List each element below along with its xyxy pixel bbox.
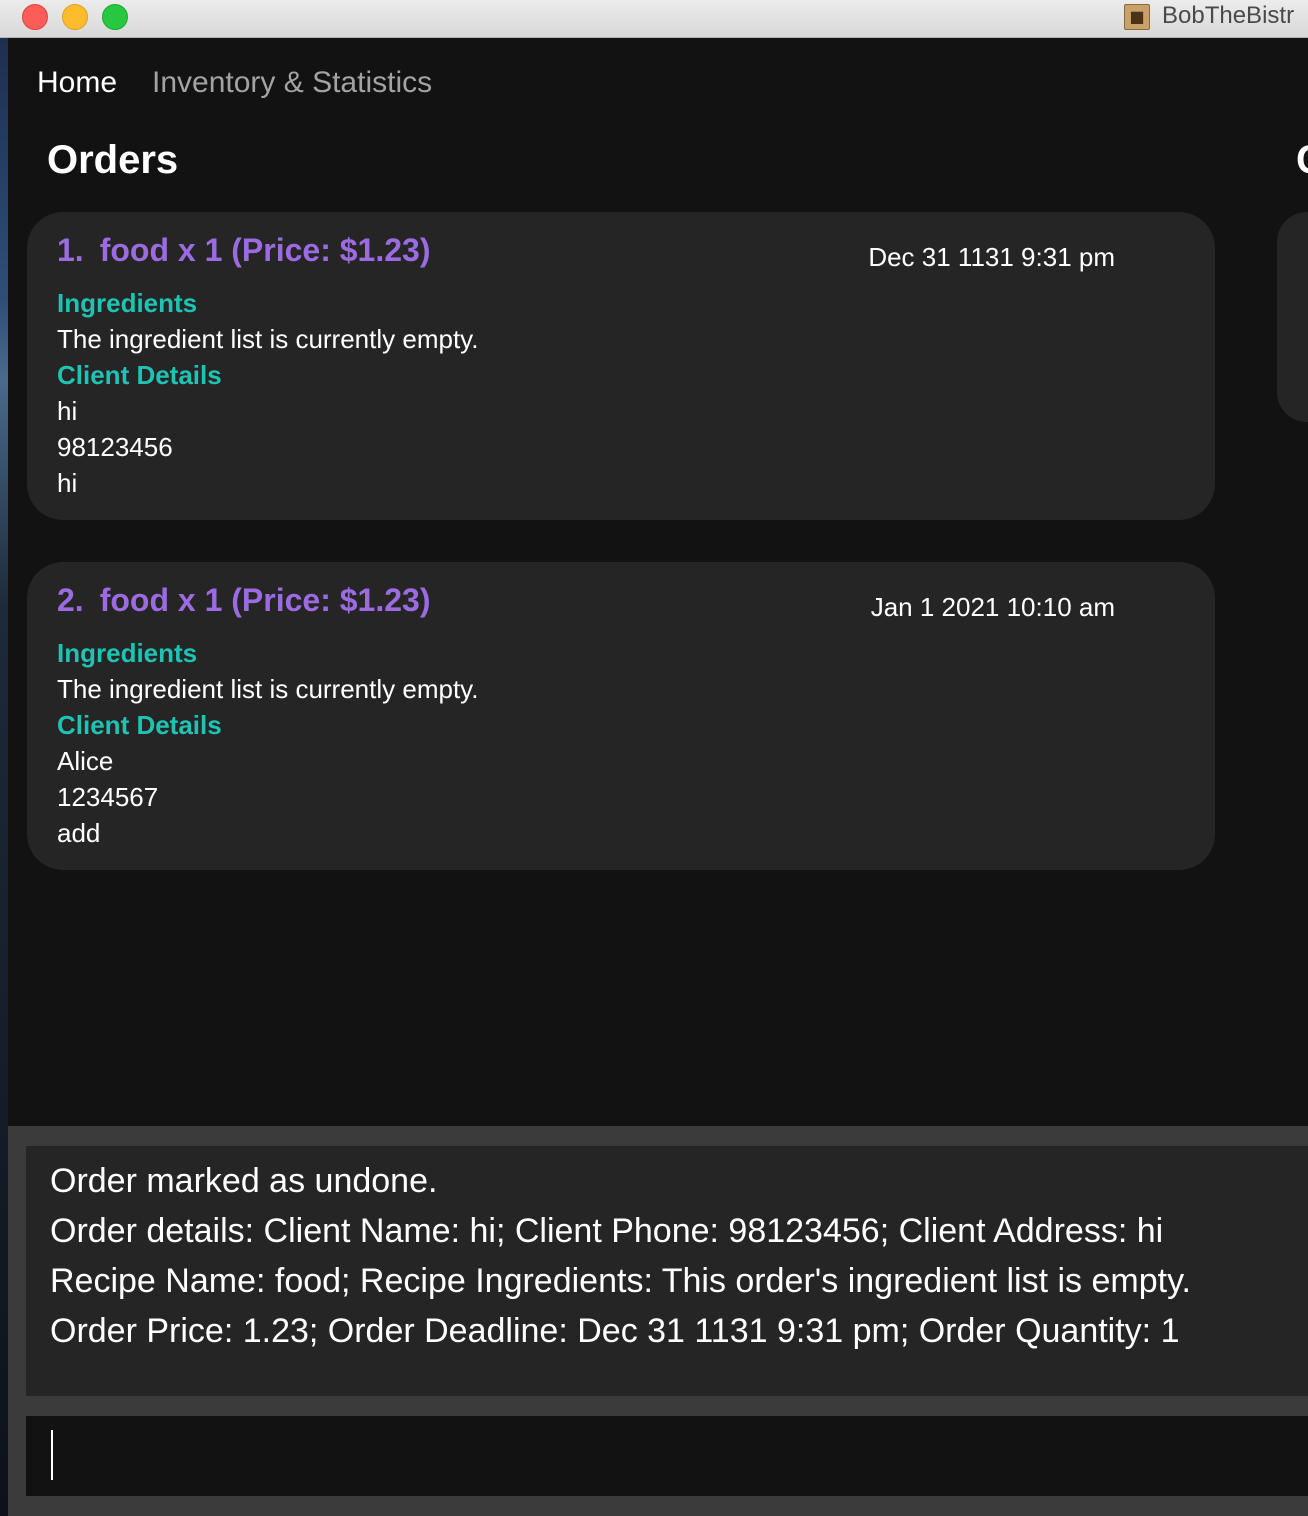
close-window-button[interactable]: [22, 4, 48, 30]
window-title: BobTheBistr: [1162, 2, 1295, 29]
result-line: Order Price: 1.23; Order Deadline: Dec 3…: [50, 1312, 1180, 1350]
app-window: Home Inventory & Statistics Orders C 1. f…: [8, 38, 1308, 1516]
order-name: food x 1 (Price: $1.23): [99, 232, 431, 268]
order-title: 2. food x 1 (Price: $1.23): [57, 582, 430, 619]
ingredients-text: The ingredient list is currently empty.: [57, 674, 479, 704]
order-index: 2.: [57, 582, 84, 618]
order-title: 1. food x 1 (Price: $1.23): [57, 232, 430, 269]
order-card[interactable]: 1. food x 1 (Price: $1.23) Dec 31 1131 9:…: [27, 212, 1215, 520]
ingredients-heading: Ingredients: [57, 288, 198, 318]
tab-home[interactable]: Home: [37, 66, 117, 100]
client-address: add: [57, 818, 101, 848]
second-section-card[interactable]: [1277, 212, 1308, 422]
result-panel: Order marked as undone. Order details: C…: [8, 1126, 1308, 1516]
ingredients-heading: Ingredients: [57, 638, 198, 668]
result-line: Order marked as undone.: [50, 1162, 438, 1200]
window-titlebar[interactable]: ■ BobTheBistr: [0, 0, 1308, 38]
text-cursor: [51, 1430, 53, 1480]
order-deadline: Dec 31 1131 9:31 pm: [868, 242, 1115, 272]
client-name: Alice: [57, 746, 114, 776]
client-phone: 1234567: [57, 782, 159, 812]
result-line: Order details: Client Name: hi; Client P…: [50, 1212, 1164, 1250]
result-display: Order marked as undone. Order details: C…: [26, 1146, 1308, 1396]
order-deadline: Jan 1 2021 10:10 am: [870, 592, 1115, 622]
person-card-icon: ■: [1124, 4, 1150, 30]
client-details-heading: Client Details: [57, 360, 222, 390]
second-section-title: C: [1296, 138, 1308, 183]
ingredients-text: The ingredient list is currently empty.: [57, 324, 479, 354]
order-name: food x 1 (Price: $1.23): [99, 582, 431, 618]
client-details-heading: Client Details: [57, 710, 222, 740]
client-phone: 98123456: [57, 432, 173, 462]
order-index: 1.: [57, 232, 84, 268]
client-name: hi: [57, 396, 78, 426]
minimize-window-button[interactable]: [62, 4, 88, 30]
order-card[interactable]: 2. food x 1 (Price: $1.23) Jan 1 2021 10:…: [27, 562, 1215, 870]
maximize-window-button[interactable]: [102, 4, 128, 30]
desktop-background-strip: [0, 0, 8, 1516]
command-input[interactable]: [26, 1416, 1308, 1496]
orders-title: Orders: [47, 138, 179, 182]
tab-inventory-statistics[interactable]: Inventory & Statistics: [152, 66, 432, 100]
client-address: hi: [57, 468, 78, 498]
result-line: Recipe Name: food; Recipe Ingredients: T…: [50, 1262, 1191, 1300]
